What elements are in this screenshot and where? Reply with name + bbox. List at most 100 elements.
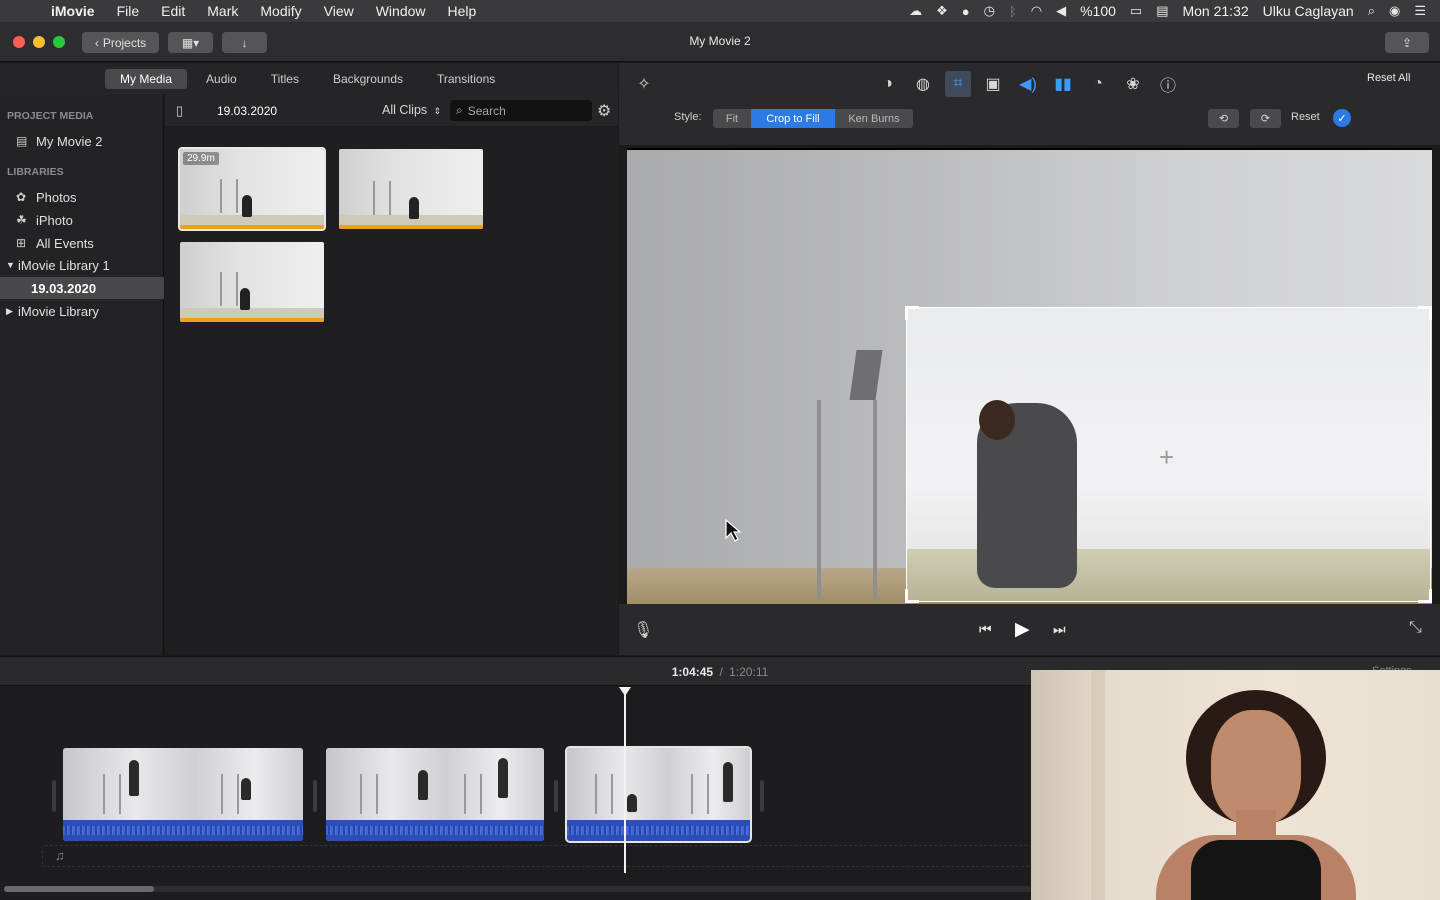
rotate-left-button[interactable]: ⟲ (1208, 109, 1239, 128)
event-title: 19.03.2020 (217, 104, 278, 118)
projects-button[interactable]: ‹ Projects (82, 32, 159, 53)
clip-filter-icon[interactable]: ❀ (1120, 71, 1146, 97)
sidebar-item-iphoto[interactable]: ☘ iPhoto (0, 209, 164, 231)
color-correction-icon[interactable]: ◍ (910, 71, 936, 97)
clip-video-track (326, 748, 544, 820)
sidebar-item-label: iPhoto (36, 212, 73, 228)
search-icon: ⌕ (456, 103, 463, 117)
menu-modify[interactable]: Modify (249, 3, 312, 19)
style-crop-to-fill-button[interactable]: Crop to Fill (751, 109, 835, 128)
transition-handle[interactable] (313, 780, 317, 812)
skip-back-icon[interactable]: ⏮︎ (979, 621, 992, 638)
tab-titles[interactable]: Titles (256, 69, 314, 89)
sidebar-toggle-icon[interactable]: ▯ (176, 103, 183, 119)
tab-my-media[interactable]: My Media (105, 69, 188, 89)
menu-file[interactable]: File (106, 3, 151, 19)
status-app-icon[interactable]: ● (962, 4, 970, 19)
timeline-clip-selected[interactable] (565, 746, 752, 843)
magic-wand-icon[interactable]: ✧ (631, 71, 657, 97)
menu-view[interactable]: View (313, 3, 365, 19)
minimize-window-button[interactable] (33, 36, 45, 48)
notification-center-icon[interactable]: ☰ (1414, 3, 1426, 19)
import-button[interactable]: ↓ (222, 32, 267, 53)
tab-transitions[interactable]: Transitions (422, 69, 510, 89)
spotlight-search-icon[interactable]: ⌕ (1368, 3, 1375, 19)
time-separator: / (719, 665, 723, 679)
transition-handle[interactable] (52, 780, 56, 812)
sidebar-item-event-19-03-2020[interactable]: 19.03.2020 (0, 277, 164, 299)
zoom-window-button[interactable] (53, 36, 65, 48)
crosshair-icon[interactable]: + (1159, 442, 1174, 473)
menu-mark[interactable]: Mark (196, 3, 249, 19)
style-fit-button[interactable]: Fit (713, 109, 751, 128)
crop-handle-top-right[interactable] (1418, 306, 1432, 320)
color-balance-icon[interactable]: ◑ (875, 71, 901, 97)
info-icon[interactable]: ⓘ (1155, 71, 1181, 97)
stabilization-icon[interactable]: ▣ (980, 71, 1006, 97)
equalizer-icon[interactable]: ▮▮ (1050, 71, 1076, 97)
skip-forward-icon[interactable]: ⏭︎ (1053, 621, 1066, 638)
battery-icon[interactable]: ▭ (1130, 3, 1142, 19)
menu-clock[interactable]: Mon 21:32 (1182, 3, 1248, 19)
clip-thumbnail[interactable] (180, 242, 324, 322)
crop-rectangle[interactable]: + (905, 306, 1432, 603)
timeline-clip[interactable] (63, 748, 303, 841)
reset-button[interactable]: Reset (1291, 111, 1320, 123)
rotate-right-button[interactable]: ⟳ (1250, 109, 1281, 128)
webcam-person-face (1211, 710, 1301, 825)
creative-cloud-icon[interactable]: ☁ (909, 3, 922, 19)
speed-icon[interactable]: ◔ (1085, 71, 1111, 97)
timeline-scrollbar[interactable] (4, 886, 1032, 892)
clip-thumbnail[interactable] (339, 149, 483, 229)
menu-user[interactable]: Ulku Caglayan (1263, 3, 1354, 19)
menu-edit[interactable]: Edit (150, 3, 196, 19)
crop-handle-bottom-left[interactable] (905, 589, 919, 603)
music-well[interactable]: ♫ (42, 845, 1032, 867)
microphone-icon[interactable]: 🎙︎ (633, 620, 653, 640)
transition-handle[interactable] (554, 780, 558, 812)
preview-laptop (849, 350, 883, 400)
crop-handle-bottom-right[interactable] (1418, 589, 1432, 603)
wifi-icon[interactable]: ◠ (1031, 3, 1042, 19)
play-icon[interactable]: ▶ (1015, 618, 1030, 641)
siri-icon[interactable]: ◉ (1389, 3, 1400, 19)
style-ken-burns-button[interactable]: Ken Burns (835, 109, 913, 128)
menu-help[interactable]: Help (437, 3, 488, 19)
apply-checkmark-icon[interactable]: ✓ (1333, 109, 1351, 127)
close-window-button[interactable] (13, 36, 25, 48)
tab-audio[interactable]: Audio (191, 69, 252, 89)
fullscreen-icon[interactable]: ⤡ (1409, 619, 1422, 637)
search-field[interactable]: ⌕ Search (450, 100, 592, 121)
clip-ladder (221, 774, 239, 814)
menu-window[interactable]: Window (365, 3, 437, 19)
dropbox-icon[interactable]: ❖ (936, 3, 948, 19)
clip-thumbnail[interactable]: 29.9m (178, 147, 326, 231)
tab-backgrounds[interactable]: Backgrounds (318, 69, 418, 89)
sidebar-item-all-events[interactable]: ⊞ All Events (0, 232, 164, 254)
playhead[interactable] (624, 690, 626, 873)
gear-icon[interactable]: ⚙ (597, 101, 611, 121)
reset-all-button[interactable]: Reset All (1367, 72, 1410, 84)
crop-handle-top-left[interactable] (905, 306, 919, 320)
menu-app[interactable]: iMovie (40, 3, 106, 19)
volume-icon[interactable]: ◀) (1015, 71, 1041, 97)
sidebar-item-imovie-library-1[interactable]: ▼ iMovie Library 1 (0, 254, 164, 276)
volume-icon[interactable]: ◀ (1056, 3, 1066, 19)
sidebar-item-photos[interactable]: ✿ Photos (0, 186, 164, 208)
input-source-flag-icon[interactable]: ▤ (1156, 3, 1168, 19)
sidebar-item-imovie-library[interactable]: ▶ iMovie Library (0, 300, 164, 322)
music-note-icon: ♫ (55, 848, 65, 863)
scrollbar-thumb[interactable] (4, 886, 154, 892)
sidebar-item-project[interactable]: ▤ My Movie 2 (0, 130, 164, 152)
libraries-header: LIBRARIES (7, 166, 64, 178)
crop-icon[interactable]: ⌗ (945, 71, 971, 97)
time-machine-icon[interactable]: ◷ (984, 3, 995, 19)
timeline-clip[interactable] (326, 748, 544, 841)
share-button[interactable]: ⇪ (1385, 32, 1429, 53)
battery-percent[interactable]: %100 (1080, 3, 1116, 19)
bluetooth-icon[interactable]: ᛒ (1009, 4, 1017, 19)
clip-filter-select[interactable]: All Clips ⇕ (382, 103, 441, 117)
library-list-toggle-button[interactable]: ▦▾ (168, 32, 213, 53)
clip-person (129, 760, 139, 796)
transition-handle[interactable] (760, 780, 764, 812)
